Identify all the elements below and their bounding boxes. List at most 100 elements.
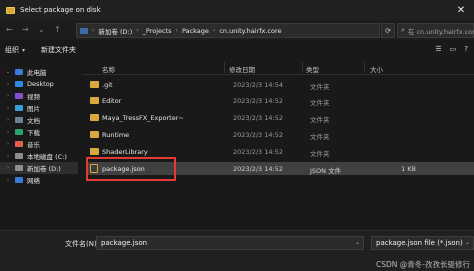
filename-value: package.json bbox=[101, 239, 148, 247]
file-name: Runtime bbox=[102, 131, 130, 139]
folder-icon bbox=[90, 148, 99, 155]
file-date: 2023/2/3 14:52 bbox=[233, 97, 283, 105]
table-row[interactable]: Runtime 2023/2/3 14:52 文件夹 bbox=[86, 128, 474, 141]
chevron-icon[interactable]: › bbox=[4, 129, 12, 135]
file-date: 2023/2/3 14:52 bbox=[233, 148, 283, 156]
chevron-icon[interactable]: › bbox=[4, 165, 12, 171]
file-type: 文件夹 bbox=[310, 116, 330, 124]
table-row[interactable]: Maya_TressFX_Exporter~ 2023/2/3 14:52 文件… bbox=[86, 111, 474, 124]
preview-pane-icon[interactable]: ▭ bbox=[450, 45, 457, 53]
window-title: Select package on disk bbox=[20, 6, 101, 14]
column-divider[interactable] bbox=[224, 62, 225, 73]
watermark: CSDN @青冬-孜孜长驱修行 bbox=[376, 260, 470, 269]
sidebar-item-desktop[interactable]: › Desktop bbox=[0, 78, 78, 90]
chevron-icon[interactable]: › bbox=[4, 117, 12, 123]
chevron-icon[interactable]: › bbox=[4, 153, 12, 159]
address-bar: ← → ⌄ ↑ › 新加卷 (D:) › _Projects › Package… bbox=[0, 20, 474, 40]
sidebar-item-documents[interactable]: › 文档 bbox=[0, 114, 78, 126]
folder-icon bbox=[90, 97, 99, 104]
sidebar-item-this-pc[interactable]: ⌄ 此电脑 bbox=[0, 66, 78, 78]
back-arrow-icon[interactable]: ← bbox=[6, 25, 13, 34]
folder-icon bbox=[80, 27, 88, 34]
chevron-icon[interactable]: › bbox=[4, 177, 12, 183]
search-icon: ⌕ bbox=[401, 26, 405, 34]
file-name: ShaderLibrary bbox=[102, 148, 148, 156]
sidebar-item-label: 本地磁盘 (C:) bbox=[27, 153, 67, 161]
file-list: 名称 修改日期 类型 大小 .git 2023/2/3 14:54 文件夹 Ed… bbox=[82, 60, 474, 230]
filename-input[interactable]: package.json ⌄ bbox=[96, 236, 364, 250]
file-name: Maya_TressFX_Exporter~ bbox=[102, 114, 184, 122]
file-type: 文件夹 bbox=[310, 150, 330, 158]
new-folder-button[interactable]: 新建文件夹 bbox=[41, 45, 76, 55]
column-date[interactable]: 修改日期 bbox=[229, 64, 255, 74]
chevron-icon[interactable]: ⌄ bbox=[4, 69, 12, 75]
command-bar: 组织 ▾ 新建文件夹 ☰ ▭ ? bbox=[0, 40, 474, 60]
breadcrumb-package[interactable]: Package bbox=[182, 27, 209, 35]
document-icon bbox=[15, 117, 23, 123]
file-date: 2023/2/3 14:54 bbox=[233, 81, 283, 89]
refresh-icon[interactable]: ⟳ bbox=[381, 23, 395, 38]
column-size[interactable]: 大小 bbox=[370, 64, 383, 74]
breadcrumb-drive[interactable]: 新加卷 (D:) bbox=[98, 26, 132, 36]
table-row[interactable]: Editor 2023/2/3 14:52 文件夹 bbox=[86, 94, 474, 107]
breadcrumb-current[interactable]: cn.unity.hairfx.core bbox=[219, 27, 281, 35]
title-bar: Select package on disk ✕ bbox=[0, 0, 474, 20]
sidebar-item-label: 音乐 bbox=[27, 141, 40, 149]
chevron-icon[interactable]: › bbox=[4, 141, 12, 147]
desktop-icon bbox=[15, 81, 23, 87]
sidebar-item-pictures[interactable]: › 图片 bbox=[0, 102, 78, 114]
sidebar-item-downloads[interactable]: › 下载 bbox=[0, 126, 78, 138]
sidebar-item-drive-d[interactable]: › 新加卷 (D:) bbox=[0, 162, 78, 174]
help-icon[interactable]: ? bbox=[464, 45, 468, 53]
column-header: 名称 修改日期 类型 大小 bbox=[82, 60, 474, 75]
chevron-icon[interactable]: › bbox=[4, 93, 12, 99]
file-type: 文件夹 bbox=[310, 99, 330, 107]
close-icon[interactable]: ✕ bbox=[448, 0, 474, 20]
forward-arrow-icon[interactable]: → bbox=[22, 25, 29, 34]
breadcrumb[interactable]: › 新加卷 (D:) › _Projects › Package › cn.un… bbox=[76, 23, 380, 38]
folder-icon bbox=[90, 81, 99, 88]
table-row-selected[interactable]: package.json 2023/2/3 14:52 JSON 文件 1 KB bbox=[86, 162, 474, 175]
drive-icon bbox=[15, 153, 23, 159]
navigation-pane: ⌄ 此电脑 › Desktop › 视频 › 图片 › 文档 › 下载 › 音乐… bbox=[0, 60, 78, 230]
filename-label: 文件名(N): bbox=[65, 240, 100, 248]
table-row[interactable]: .git 2023/2/3 14:54 文件夹 bbox=[86, 78, 474, 91]
file-name: package.json bbox=[102, 165, 145, 173]
file-type: 文件夹 bbox=[310, 133, 330, 141]
chevron-icon[interactable]: › bbox=[4, 81, 12, 87]
breadcrumb-projects[interactable]: _Projects bbox=[143, 27, 172, 35]
column-name[interactable]: 名称 bbox=[102, 64, 115, 74]
sidebar-item-network[interactable]: › 网络 bbox=[0, 174, 78, 186]
sidebar-item-label: Desktop bbox=[27, 80, 54, 88]
sidebar-item-drive-c[interactable]: › 本地磁盘 (C:) bbox=[0, 150, 78, 162]
file-type: 文件夹 bbox=[310, 83, 330, 91]
breadcrumb-separator: › bbox=[92, 27, 95, 34]
organize-button[interactable]: 组织 bbox=[5, 45, 19, 55]
breadcrumb-separator: › bbox=[175, 27, 178, 34]
file-type-select[interactable]: package.json file (*.json) ⌄ bbox=[371, 236, 474, 250]
dialog-footer: 文件名(N): package.json ⌄ package.json file… bbox=[0, 230, 474, 271]
chevron-icon[interactable]: › bbox=[4, 105, 12, 111]
column-type[interactable]: 类型 bbox=[306, 64, 319, 74]
sidebar-item-label: 文档 bbox=[27, 117, 40, 125]
column-divider[interactable] bbox=[302, 62, 303, 73]
up-arrow-icon[interactable]: ↑ bbox=[54, 25, 61, 34]
sidebar-item-videos[interactable]: › 视频 bbox=[0, 90, 78, 102]
recent-chevron-icon[interactable]: ⌄ bbox=[38, 25, 45, 34]
sidebar-item-label: 新加卷 (D:) bbox=[27, 165, 61, 173]
chevron-down-icon[interactable]: ▾ bbox=[22, 47, 25, 54]
video-icon bbox=[15, 93, 23, 99]
breadcrumb-separator: › bbox=[212, 27, 216, 34]
sidebar-item-label: 图片 bbox=[27, 105, 40, 113]
file-date: 2023/2/3 14:52 bbox=[233, 165, 283, 173]
table-row[interactable]: ShaderLibrary 2023/2/3 14:52 文件夹 bbox=[86, 145, 474, 158]
chevron-down-icon[interactable]: ⌄ bbox=[355, 239, 360, 246]
view-options-icon[interactable]: ☰ bbox=[435, 45, 441, 53]
search-placeholder: 在 cn.unity.hairfx.core bbox=[407, 27, 474, 36]
column-divider[interactable] bbox=[364, 62, 365, 73]
breadcrumb-separator: › bbox=[136, 27, 139, 34]
sidebar-item-music[interactable]: › 音乐 bbox=[0, 138, 78, 150]
chevron-down-icon[interactable]: ⌄ bbox=[465, 239, 470, 246]
search-input[interactable]: ⌕ 在 cn.unity.hairfx.core bbox=[397, 23, 474, 38]
file-date: 2023/2/3 14:52 bbox=[233, 114, 283, 122]
